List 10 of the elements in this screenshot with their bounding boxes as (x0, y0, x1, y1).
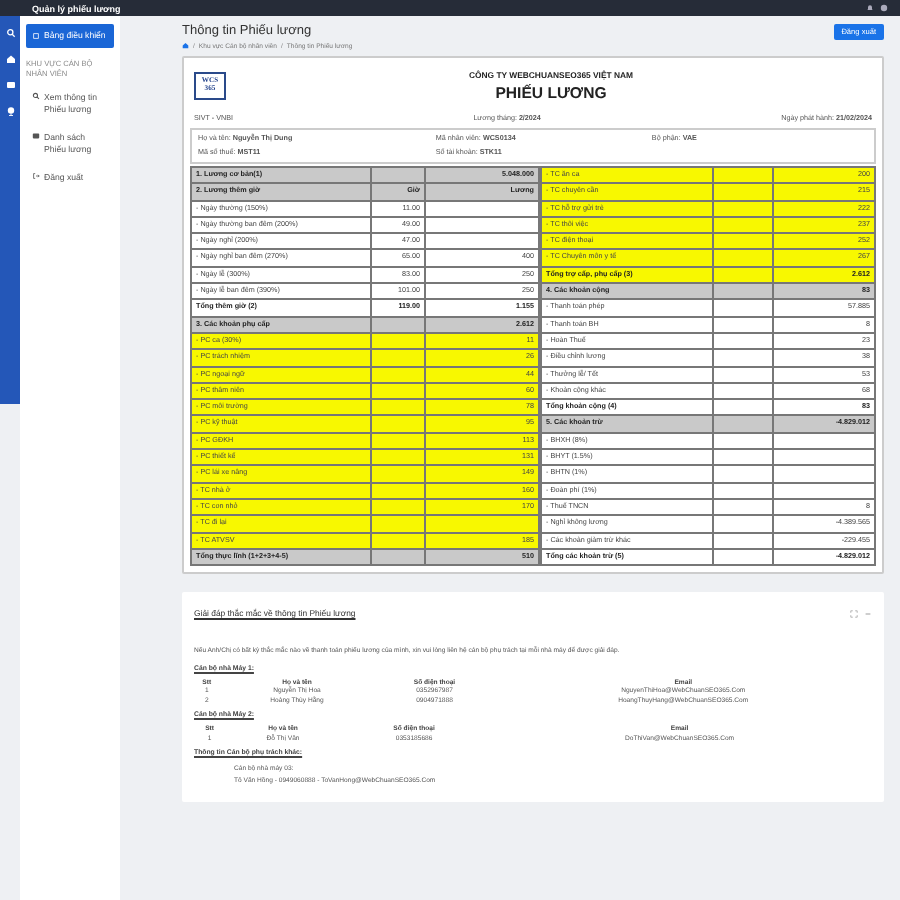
search-icon[interactable] (5, 28, 15, 38)
user-icon[interactable] (880, 4, 888, 12)
home-icon[interactable] (182, 42, 189, 50)
bell-icon[interactable] (866, 4, 874, 12)
list-icon (32, 132, 40, 141)
card-icon[interactable] (5, 80, 15, 90)
logout-icon (32, 172, 40, 181)
home-icon[interactable] (5, 54, 15, 64)
search-icon (32, 92, 40, 101)
dashboard-icon (32, 31, 40, 39)
